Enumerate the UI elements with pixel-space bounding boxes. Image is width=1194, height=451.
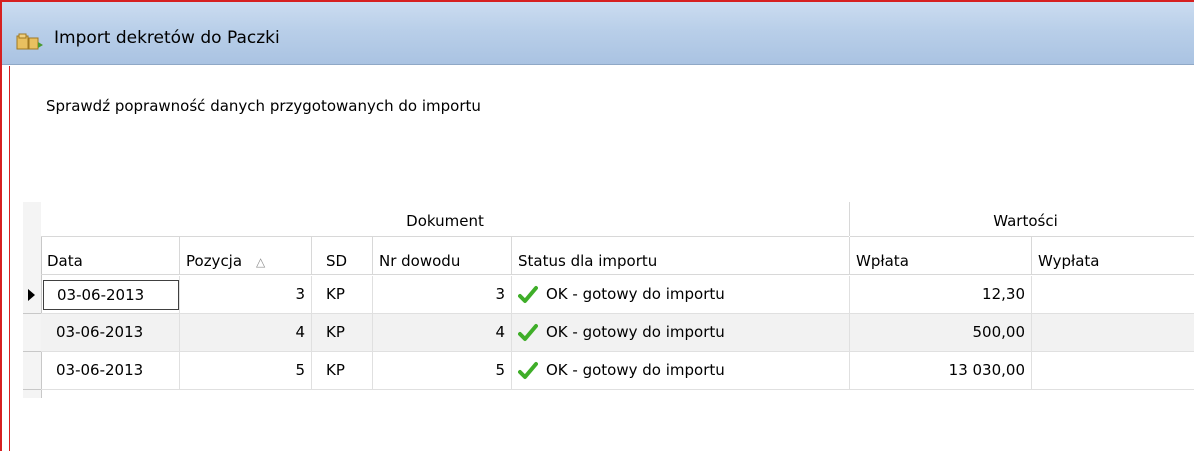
column-header-wplata[interactable]: Wpłata [850, 237, 1031, 275]
cell-nr-dowodu[interactable]: 5 [373, 352, 511, 389]
table-row[interactable]: 03-06-2013 5 KP 5 OK - gotowy do importu… [41, 352, 1194, 390]
cell-data[interactable]: 03-06-2013 [41, 314, 179, 351]
cell-wyplata[interactable] [1032, 276, 1194, 313]
cell-sd[interactable]: KP [312, 276, 372, 313]
row-header-3[interactable] [23, 352, 41, 390]
title-bar[interactable]: Import dekretów do Paczki [2, 2, 1194, 65]
checkmark-icon [518, 286, 538, 303]
column-header-data[interactable]: Data [41, 237, 179, 275]
cell-nr-dowodu[interactable]: 3 [373, 276, 511, 313]
window-title: Import dekretów do Paczki [54, 28, 280, 48]
cell-pozycja[interactable]: 3 [180, 276, 311, 313]
column-header-sd[interactable]: SD [312, 237, 372, 275]
cell-wplata[interactable]: 12,30 [850, 276, 1031, 313]
row-header-1[interactable] [23, 276, 41, 314]
table-row[interactable]: 03-06-2013 4 KP 4 OK - gotowy do importu… [41, 314, 1194, 352]
sort-ascending-icon: △ [256, 255, 266, 269]
cell-sd[interactable]: KP [312, 352, 372, 389]
band-header-wartosci: Wartości [850, 202, 1194, 237]
column-header-status[interactable]: Status dla importu [512, 237, 849, 275]
column-header-nr-dowodu[interactable]: Nr dowodu [373, 237, 511, 275]
cell-wyplata[interactable] [1032, 352, 1194, 389]
cell-wplata[interactable]: 500,00 [850, 314, 1031, 351]
cell-nr-dowodu[interactable]: 4 [373, 314, 511, 351]
table-row[interactable]: 03-06-2013 3 KP 3 OK - gotowy do importu… [41, 276, 1194, 314]
current-row-arrow-icon [28, 289, 35, 301]
cell-status[interactable]: OK - gotowy do importu [512, 314, 849, 351]
cell-status[interactable]: OK - gotowy do importu [512, 276, 849, 313]
checkmark-icon [518, 324, 538, 341]
cell-wplata[interactable]: 13 030,00 [850, 352, 1031, 389]
row-header-2[interactable] [23, 314, 41, 352]
dialog-content: Sprawdź poprawność danych przygotowanych… [9, 66, 1194, 451]
import-grid[interactable]: Dokument Wartości Data Pozycja △ SD Nr do… [23, 202, 1194, 398]
cell-data[interactable]: 03-06-2013 [41, 352, 179, 389]
cell-status[interactable]: OK - gotowy do importu [512, 352, 849, 389]
band-header-dokument: Dokument [41, 202, 849, 237]
column-header-pozycja[interactable]: Pozycja △ [180, 237, 311, 275]
cell-sd[interactable]: KP [312, 314, 372, 351]
instruction-text: Sprawdź poprawność danych przygotowanych… [46, 97, 481, 115]
cell-data[interactable]: 03-06-2013 [43, 280, 179, 310]
checkmark-icon [518, 362, 538, 379]
column-header-wyplata[interactable]: Wypłata [1032, 237, 1194, 275]
cell-pozycja[interactable]: 4 [180, 314, 311, 351]
folder-import-icon [16, 33, 43, 50]
cell-wyplata[interactable] [1032, 314, 1194, 351]
cell-pozycja[interactable]: 5 [180, 352, 311, 389]
